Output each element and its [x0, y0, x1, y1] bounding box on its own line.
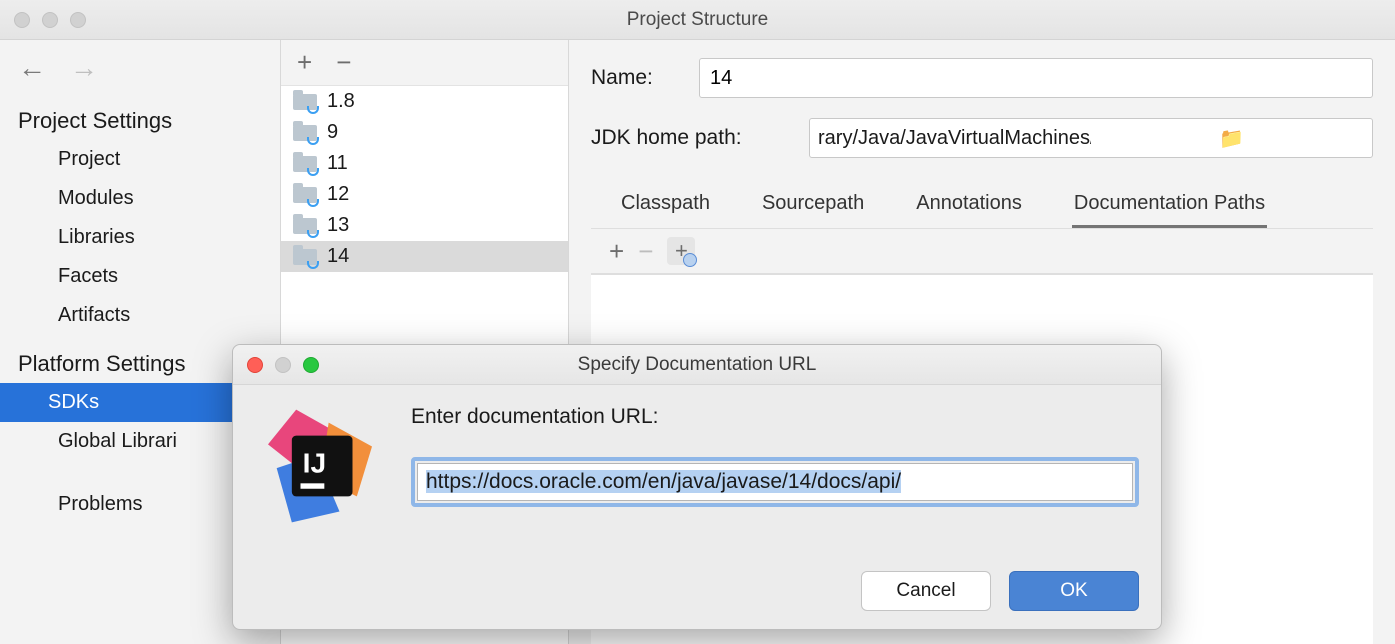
- doc-paths-toolbar: + − +: [591, 228, 1373, 274]
- path-label: JDK home path:: [591, 126, 791, 150]
- sdk-item-label: 12: [327, 183, 349, 206]
- project-settings-header: Project Settings: [0, 92, 280, 140]
- sdk-item[interactable]: 13: [281, 210, 568, 241]
- sdk-item-label: 1.8: [327, 90, 355, 113]
- nav-history: ← →: [0, 40, 280, 92]
- sidebar-item-libraries[interactable]: Libraries: [0, 218, 280, 257]
- sdk-item[interactable]: 1.8: [281, 86, 568, 117]
- jdk-folder-icon: [293, 154, 317, 174]
- remove-doc-path-icon[interactable]: −: [638, 245, 653, 258]
- sidebar-item-project[interactable]: Project: [0, 140, 280, 179]
- dialog-titlebar: Specify Documentation URL: [233, 345, 1161, 385]
- window-title: Project Structure: [0, 9, 1395, 31]
- sdk-item[interactable]: 14: [281, 241, 568, 272]
- sidebar-item-artifacts[interactable]: Artifacts: [0, 296, 280, 335]
- name-label: Name:: [591, 66, 681, 90]
- browse-folder-icon[interactable]: 📁: [1091, 122, 1372, 155]
- jdk-folder-icon: [293, 247, 317, 267]
- url-prompt-label: Enter documentation URL:: [411, 405, 1139, 429]
- jdk-home-path-text: rary/Java/JavaVirtualMachines/jdk-14.j: [810, 123, 1091, 154]
- sdk-item-label: 9: [327, 121, 338, 144]
- sdk-item-label: 13: [327, 214, 349, 237]
- sdk-tabs: Classpath Sourcepath Annotations Documen…: [591, 178, 1373, 228]
- add-doc-url-icon[interactable]: +: [667, 237, 695, 265]
- jdk-folder-icon: [293, 92, 317, 112]
- sdk-item[interactable]: 9: [281, 117, 568, 148]
- sdk-toolbar: + −: [281, 40, 568, 86]
- sidebar-item-facets[interactable]: Facets: [0, 257, 280, 296]
- jdk-folder-icon: [293, 185, 317, 205]
- sdk-item[interactable]: 11: [281, 148, 568, 179]
- sdk-item-label: 11: [327, 152, 348, 175]
- sdk-item-label: 14: [327, 245, 349, 268]
- tab-annotations[interactable]: Annotations: [914, 186, 1024, 228]
- tab-sourcepath[interactable]: Sourcepath: [760, 186, 866, 228]
- cancel-button[interactable]: Cancel: [861, 571, 991, 611]
- documentation-url-text: https://docs.oracle.com/en/java/javase/1…: [426, 470, 901, 493]
- forward-icon[interactable]: →: [70, 54, 98, 82]
- svg-text:IJ: IJ: [303, 448, 326, 479]
- remove-sdk-icon[interactable]: −: [336, 56, 351, 69]
- specify-url-dialog: Specify Documentation URL IJ Enter docum…: [232, 344, 1162, 630]
- add-sdk-icon[interactable]: +: [297, 56, 312, 69]
- dialog-title: Specify Documentation URL: [233, 354, 1161, 376]
- documentation-url-input[interactable]: https://docs.oracle.com/en/java/javase/1…: [411, 457, 1139, 507]
- sdk-item[interactable]: 12: [281, 179, 568, 210]
- sdk-name-input[interactable]: [699, 58, 1373, 98]
- jdk-folder-icon: [293, 216, 317, 236]
- back-icon[interactable]: ←: [18, 54, 46, 82]
- jdk-home-path-field[interactable]: rary/Java/JavaVirtualMachines/jdk-14.j 📁: [809, 118, 1373, 158]
- main-titlebar: Project Structure: [0, 0, 1395, 40]
- sidebar-item-modules[interactable]: Modules: [0, 179, 280, 218]
- ok-button[interactable]: OK: [1009, 571, 1139, 611]
- tab-classpath[interactable]: Classpath: [619, 186, 712, 228]
- tab-documentation-paths[interactable]: Documentation Paths: [1072, 186, 1267, 228]
- intellij-logo-icon: IJ: [255, 401, 385, 531]
- add-doc-path-icon[interactable]: +: [609, 245, 624, 258]
- jdk-folder-icon: [293, 123, 317, 143]
